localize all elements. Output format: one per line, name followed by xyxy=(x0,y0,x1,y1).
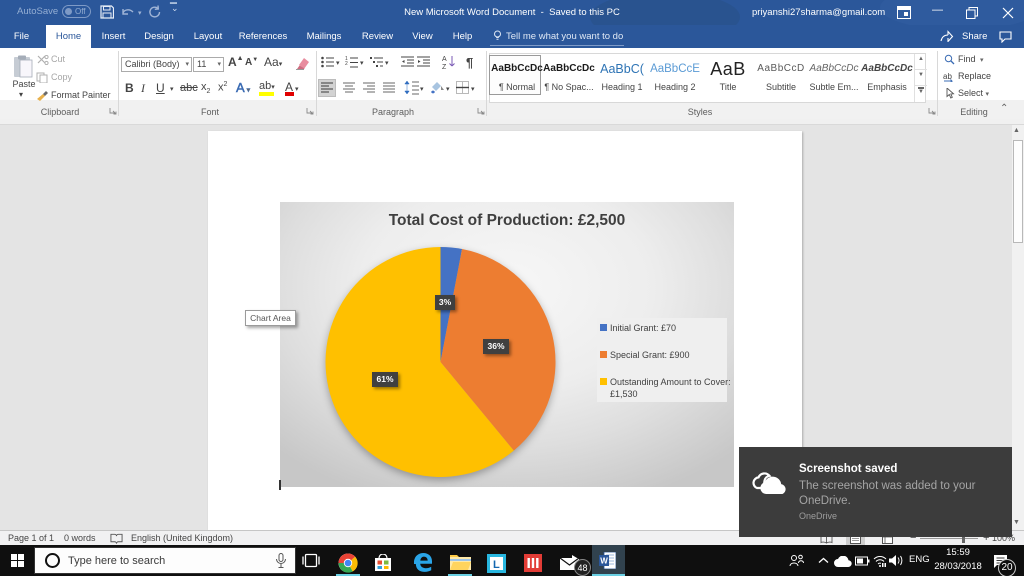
svg-text:A: A xyxy=(442,56,447,63)
svg-text:2: 2 xyxy=(345,61,348,67)
svg-text:Z: Z xyxy=(442,64,447,69)
svg-text:W: W xyxy=(600,557,608,566)
svg-text:L: L xyxy=(493,559,500,571)
